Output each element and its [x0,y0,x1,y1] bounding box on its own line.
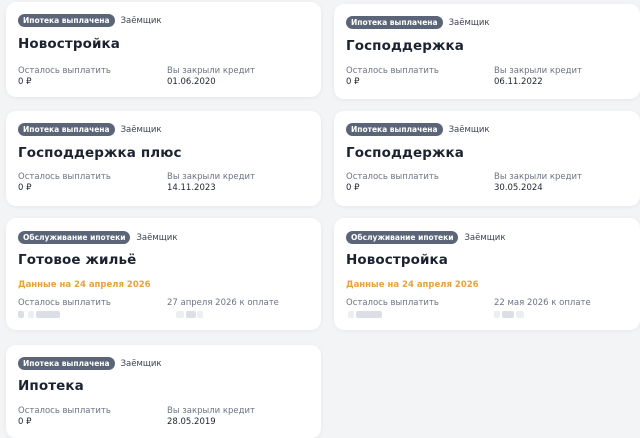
status-badge: Ипотека выплачена [18,14,115,27]
borrower-role-label: Заёмщик [120,358,162,369]
hidden-amount-mask [36,311,60,318]
card-badges: Обслуживание ипотеки Заёмщик [18,231,177,244]
borrower-role-label: Заёмщик [448,17,490,28]
remaining-label: Осталось выплатить [18,298,111,308]
borrower-role-label: Заёмщик [448,124,490,135]
card-badges: Ипотека выплачена Заёмщик [18,14,162,27]
status-badge: Обслуживание ипотеки [18,231,131,244]
mortgage-card-gospodderzhka-plus-closed[interactable]: Ипотека выплачена Заёмщик Господдержка п… [6,111,321,206]
mortgage-card-novostroyka-active[interactable]: Обслуживание ипотеки Заёмщик Новостройка… [334,218,640,330]
card-badges: Ипотека выплачена Заёмщик [346,123,490,136]
hidden-amount-mask [502,311,514,318]
status-badge: Обслуживание ипотеки [346,231,459,244]
card-badges: Ипотека выплачена Заёмщик [346,16,490,29]
remaining-value: 0 ₽ [346,77,360,87]
remaining-value: 0 ₽ [18,77,32,87]
remaining-label: Осталось выплатить [18,406,111,416]
remaining-value: 0 ₽ [18,417,32,427]
mortgage-card-gospodderzhka-2024-closed[interactable]: Ипотека выплачена Заёмщик Господдержка О… [334,111,640,206]
hidden-amount-mask [197,311,203,318]
data-date-note: Данные на 24 апреля 2026 [18,280,151,290]
card-title: Готовое жильё [18,252,137,268]
card-title: Новостройка [18,36,120,52]
hidden-amount-mask [18,311,24,318]
hidden-amount-mask [186,311,196,318]
closed-date-label: Вы закрыли кредит [167,66,255,76]
remaining-value: 0 ₽ [18,183,32,193]
hidden-amount-mask [176,311,184,318]
closed-date-value: 06.11.2022 [494,77,543,87]
hidden-amount-mask [494,311,500,318]
closed-date-value: 14.11.2023 [167,183,216,193]
closed-date-value: 30.05.2024 [494,183,543,193]
mortgage-card-ipoteka-closed[interactable]: Ипотека выплачена Заёмщик Ипотека Остало… [6,345,321,438]
closed-date-label: Вы закрыли кредит [494,66,582,76]
remaining-label: Осталось выплатить [346,66,439,76]
mortgage-card-gotovoe-zhilyo-active[interactable]: Обслуживание ипотеки Заёмщик Готовое жил… [6,218,321,330]
card-title: Новостройка [346,252,448,268]
closed-date-label: Вы закрыли кредит [494,172,582,182]
closed-date-label: Вы закрыли кредит [167,172,255,182]
remaining-label: Осталось выплатить [346,298,439,308]
hidden-amount-mask [28,311,34,318]
card-title: Ипотека [18,378,84,394]
remaining-label: Осталось выплатить [18,66,111,76]
card-title: Господдержка [346,38,465,54]
status-badge: Ипотека выплачена [346,123,443,136]
card-title: Господдержка [346,145,465,161]
hidden-amount-mask [348,311,354,318]
mortgage-card-gospodderzhka-closed[interactable]: Ипотека выплачена Заёмщик Господдержка О… [334,4,640,99]
remaining-value: 0 ₽ [346,183,360,193]
status-badge: Ипотека выплачена [18,357,115,370]
borrower-role-label: Заёмщик [464,232,506,243]
card-badges: Ипотека выплачена Заёмщик [18,357,162,370]
closed-date-label: Вы закрыли кредит [167,406,255,416]
remaining-label: Осталось выплатить [18,172,111,182]
card-title: Господдержка плюс [18,145,182,161]
data-date-note: Данные на 24 апреля 2026 [346,280,479,290]
borrower-role-label: Заёмщик [120,124,162,135]
remaining-label: Осталось выплатить [346,172,439,182]
hidden-amount-mask [516,311,524,318]
next-payment-label: 27 апреля 2026 к оплате [167,298,279,308]
borrower-role-label: Заёмщик [136,232,178,243]
closed-date-value: 28.05.2019 [167,417,216,427]
card-badges: Ипотека выплачена Заёмщик [18,123,162,136]
next-payment-label: 22 мая 2026 к оплате [494,298,591,308]
card-badges: Обслуживание ипотеки Заёмщик [346,231,505,244]
closed-date-value: 01.06.2020 [167,77,216,87]
hidden-amount-mask [356,311,382,318]
status-badge: Ипотека выплачена [346,16,443,29]
mortgage-card-novostroyka-closed[interactable]: Ипотека выплачена Заёмщик Новостройка Ос… [6,2,321,97]
status-badge: Ипотека выплачена [18,123,115,136]
borrower-role-label: Заёмщик [120,15,162,26]
